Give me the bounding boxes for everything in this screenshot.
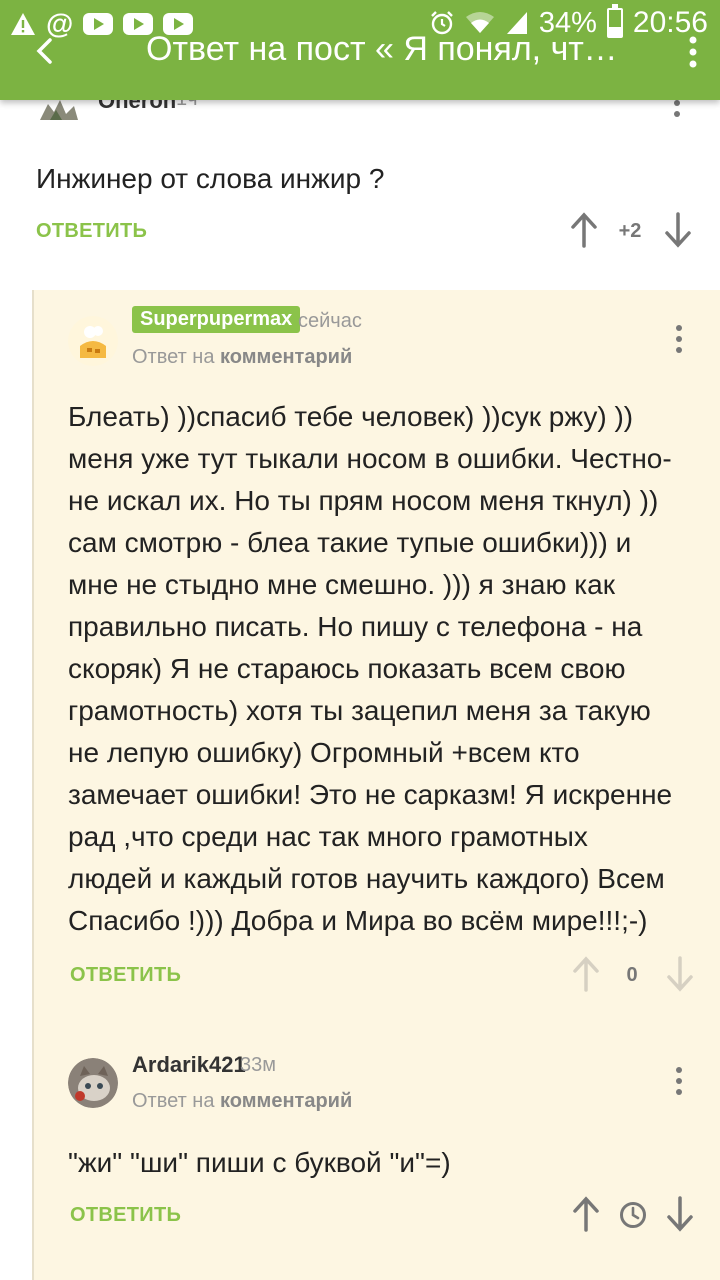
comment-menu-icon[interactable] bbox=[674, 322, 684, 358]
avatar[interactable] bbox=[68, 316, 118, 366]
back-arrow-icon[interactable] bbox=[30, 36, 60, 66]
reply-button[interactable]: ОТВЕТИТЬ bbox=[36, 220, 147, 243]
app-bar: @ 34% 20:56 Ответ на пост « Я понял, что… bbox=[0, 0, 720, 100]
comment-line: правильно писать. Но пишу с телефона - н… bbox=[68, 611, 643, 642]
comment-text: Инжинер от слова инжир ? bbox=[36, 163, 385, 194]
comment-thread: Superpupermax сейчас Ответ на комментари… bbox=[32, 290, 720, 1280]
avatar[interactable] bbox=[68, 1058, 118, 1108]
comment-time: 33м bbox=[240, 1054, 276, 1076]
clock-icon bbox=[618, 1200, 648, 1230]
comment-text: Блеать) ))спасиб тебе человек) ))сук ржу… bbox=[68, 396, 708, 942]
reply-to-prefix: Ответ на bbox=[132, 1090, 215, 1112]
comment-line: Блеать) ))спасиб тебе человек) ))сук ржу… bbox=[68, 401, 634, 432]
upvote-icon[interactable] bbox=[569, 212, 599, 248]
comment-line: грамотность) хотя ты зацепил меня за так… bbox=[68, 695, 651, 726]
comment-line: замечает ошибки! Это не сарказм! Я искре… bbox=[68, 779, 673, 810]
reply-to: Ответ на комментарий bbox=[132, 1090, 352, 1113]
toolbar: Ответ на пост « Я понял, что н... bbox=[0, 28, 720, 100]
comment-score: 0 bbox=[626, 964, 638, 986]
comment-line: сам смотрю - блеа такие тупые ошибки))) … bbox=[68, 527, 632, 558]
reply-button[interactable]: ОТВЕТИТЬ bbox=[70, 1204, 181, 1227]
downvote-icon[interactable] bbox=[665, 956, 695, 992]
comment-line: мне не стыдно мне смешно. ))) я знаю как bbox=[68, 569, 615, 600]
upvote-icon[interactable] bbox=[571, 1196, 601, 1232]
username[interactable]: Ardarik421 bbox=[132, 1052, 246, 1078]
comment-line: людей и каждый готов научить каждого) Вс… bbox=[68, 863, 665, 894]
comment-line: не искал их. Но ты прям носом меня ткнул… bbox=[68, 485, 659, 516]
comment-score: +2 bbox=[618, 220, 642, 242]
reply-to-link[interactable]: комментарий bbox=[220, 1090, 352, 1112]
upvote-icon[interactable] bbox=[571, 956, 601, 992]
reply-to-link[interactable]: комментарий bbox=[220, 346, 352, 368]
page-title: Ответ на пост « Я понял, что н... bbox=[146, 30, 626, 68]
screen: @ 34% 20:56 Ответ на пост « Я понял, что… bbox=[0, 0, 720, 1280]
downvote-icon[interactable] bbox=[665, 1196, 695, 1232]
reply-to-prefix: Ответ на bbox=[132, 346, 215, 368]
reply-button[interactable]: ОТВЕТИТЬ bbox=[70, 964, 181, 987]
comment-line: не лепую ошибку) Огромный +всем кто bbox=[68, 737, 580, 768]
overflow-menu-icon[interactable] bbox=[688, 34, 698, 74]
comment-line: рад ,что среди нас так много грамотных bbox=[68, 821, 588, 852]
comment-line: меня уже тут тыкали носом в ошибки. Чест… bbox=[68, 443, 672, 474]
comment-line: Спасибо !))) Добра и Мира во всём мире!!… bbox=[68, 905, 648, 936]
username-badge[interactable]: Superpupermax bbox=[132, 306, 301, 333]
comment-text: "жи" "ши" пиши с буквой "и"=) bbox=[68, 1147, 451, 1178]
comment-line: скоряк) Я не стараюсь показать всем свою bbox=[68, 653, 626, 684]
comment-time: сейчас bbox=[298, 310, 362, 332]
comment-menu-icon[interactable] bbox=[674, 1064, 684, 1100]
downvote-icon[interactable] bbox=[663, 212, 693, 248]
reply-to: Ответ на комментарий bbox=[132, 346, 352, 369]
